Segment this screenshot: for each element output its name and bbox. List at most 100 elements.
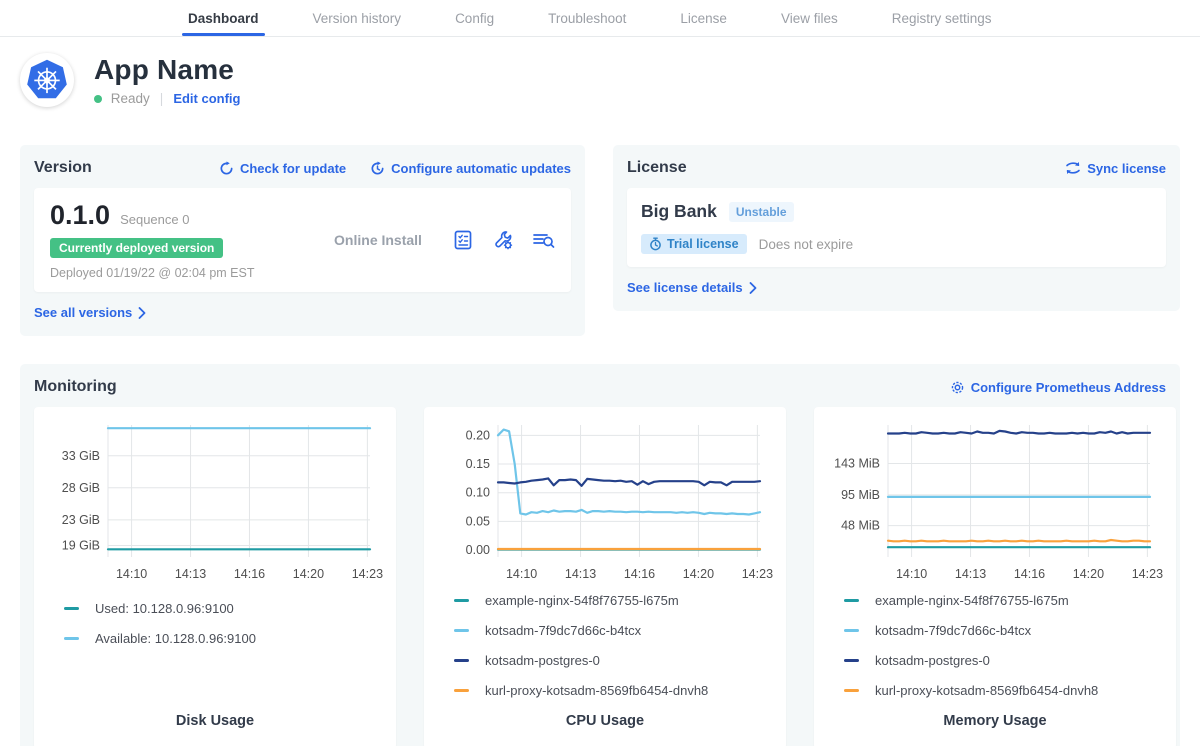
svg-text:0.00: 0.00 [466, 543, 490, 557]
license-title: License [627, 159, 687, 177]
legend-label: kotsadm-7f9dc7d66c-b4tcx [485, 623, 641, 638]
svg-text:0.05: 0.05 [466, 514, 490, 528]
chart-legend: Used: 10.128.0.96:9100 Available: 10.128.… [64, 601, 388, 661]
legend-label: example-nginx-54f8f76755-l675m [485, 593, 679, 608]
channel-badge: Unstable [729, 202, 794, 222]
legend-dash-icon [454, 629, 469, 632]
tab-config[interactable]: Config [455, 0, 494, 36]
svg-text:95 MiB: 95 MiB [841, 488, 880, 502]
tab-view-files[interactable]: View files [781, 0, 838, 36]
svg-text:14:10: 14:10 [116, 567, 147, 581]
legend-dash-icon [454, 689, 469, 692]
legend-label: Used: 10.128.0.96:9100 [95, 601, 234, 616]
chart-legend: example-nginx-54f8f76755-l675m kotsadm-7f… [454, 593, 778, 713]
version-number: 0.1.0 [50, 200, 110, 231]
svg-text:23 GiB: 23 GiB [62, 513, 100, 527]
legend-item: example-nginx-54f8f76755-l675m [454, 593, 778, 608]
edit-config-wrench-icon[interactable] [491, 228, 515, 252]
svg-text:14:13: 14:13 [565, 567, 596, 579]
svg-text:48 MiB: 48 MiB [841, 519, 880, 533]
chart-card-cpu-usage: 14:1014:1314:1614:2014:230.200.150.100.0… [424, 407, 786, 746]
legend-label: kotsadm-7f9dc7d66c-b4tcx [875, 623, 1031, 638]
current-version-card: 0.1.0 Sequence 0 Currently deployed vers… [34, 188, 571, 292]
svg-text:28 GiB: 28 GiB [62, 481, 100, 495]
monitoring-title: Monitoring [34, 378, 117, 396]
legend-label: kotsadm-postgres-0 [875, 653, 990, 668]
refresh-icon [219, 161, 234, 176]
check-for-update-button[interactable]: Check for update [219, 161, 346, 176]
top-tab-bar: Dashboard Version history Config Troublesho… [0, 0, 1200, 37]
svg-text:14:20: 14:20 [1073, 567, 1104, 579]
release-notes-icon[interactable] [451, 228, 475, 252]
svg-text:14:10: 14:10 [896, 567, 927, 579]
legend-dash-icon [454, 659, 469, 662]
legend-item: example-nginx-54f8f76755-l675m [844, 593, 1168, 608]
svg-text:0.15: 0.15 [466, 457, 490, 471]
status-dot-icon [94, 95, 102, 103]
install-type-label: Online Install [305, 232, 451, 248]
configure-automatic-updates-button[interactable]: Configure automatic updates [370, 161, 571, 176]
clock-arrow-icon [370, 161, 385, 176]
chevron-right-icon [749, 282, 757, 294]
legend-dash-icon [844, 689, 859, 692]
deployed-timestamp: Deployed 01/19/22 @ 02:04 pm EST [50, 266, 305, 280]
tab-version-history[interactable]: Version history [313, 0, 402, 36]
status-badge: Ready [94, 91, 150, 106]
legend-item: Used: 10.128.0.96:9100 [64, 601, 388, 616]
license-panel: License Sync license Big Bank Unstable [613, 145, 1180, 311]
svg-text:14:16: 14:16 [1014, 567, 1045, 579]
chart-card-memory-usage: 14:1014:1314:1614:2014:23143 MiB95 MiB48… [814, 407, 1176, 746]
legend-label: Available: 10.128.0.96:9100 [95, 631, 256, 646]
tab-registry-settings[interactable]: Registry settings [892, 0, 992, 36]
chart-card-disk-usage: 14:1014:1314:1614:2014:2333 GiB28 GiB23 … [34, 407, 396, 746]
chart-title: Disk Usage [42, 713, 388, 735]
tab-troubleshoot[interactable]: Troubleshoot [548, 0, 626, 36]
view-logs-icon[interactable] [531, 228, 555, 252]
license-detail-card: Big Bank Unstable Trial license Does not… [627, 188, 1166, 267]
svg-text:14:20: 14:20 [683, 567, 714, 579]
tab-dashboard[interactable]: Dashboard [188, 0, 259, 36]
sync-arrows-icon [1065, 161, 1081, 175]
divider: | [160, 91, 164, 106]
legend-item: kotsadm-7f9dc7d66c-b4tcx [844, 623, 1168, 638]
chart-title: Memory Usage [822, 713, 1168, 735]
chart-plot: 14:1014:1314:1614:2014:230.200.150.100.0… [432, 415, 778, 579]
svg-text:14:23: 14:23 [742, 567, 773, 579]
svg-text:14:13: 14:13 [175, 567, 206, 581]
page-title: App Name [94, 54, 240, 86]
monitoring-panel: Monitoring Configure Prometheus Address … [20, 364, 1180, 746]
legend-item: Available: 10.128.0.96:9100 [64, 631, 388, 646]
svg-text:14:20: 14:20 [293, 567, 324, 581]
legend-label: kurl-proxy-kotsadm-8569fb6454-dnvh8 [485, 683, 708, 698]
see-license-details-link[interactable]: See license details [627, 280, 757, 295]
legend-label: kurl-proxy-kotsadm-8569fb6454-dnvh8 [875, 683, 1098, 698]
edit-config-link[interactable]: Edit config [173, 91, 240, 106]
sequence-label: Sequence 0 [120, 212, 189, 227]
legend-item: kurl-proxy-kotsadm-8569fb6454-dnvh8 [844, 683, 1168, 698]
legend-label: kotsadm-postgres-0 [485, 653, 600, 668]
svg-text:14:16: 14:16 [624, 567, 655, 579]
legend-item: kotsadm-postgres-0 [454, 653, 778, 668]
chevron-right-icon [138, 307, 146, 319]
legend-item: kotsadm-postgres-0 [844, 653, 1168, 668]
tab-license[interactable]: License [680, 0, 727, 36]
kubernetes-logo-icon [20, 53, 74, 107]
svg-text:33 GiB: 33 GiB [62, 449, 100, 463]
sync-license-button[interactable]: Sync license [1065, 161, 1166, 176]
chart-plot: 14:1014:1314:1614:2014:23143 MiB95 MiB48… [822, 415, 1168, 579]
legend-dash-icon [64, 607, 79, 610]
version-title: Version [34, 159, 92, 177]
svg-text:143 MiB: 143 MiB [834, 457, 880, 471]
see-all-versions-link[interactable]: See all versions [34, 305, 146, 320]
chart-legend: example-nginx-54f8f76755-l675m kotsadm-7f… [844, 593, 1168, 713]
configure-prometheus-button[interactable]: Configure Prometheus Address [950, 380, 1166, 395]
legend-item: kurl-proxy-kotsadm-8569fb6454-dnvh8 [454, 683, 778, 698]
gear-icon [950, 380, 965, 395]
chart-plot: 14:1014:1314:1614:2014:2333 GiB28 GiB23 … [42, 415, 388, 587]
currently-deployed-badge: Currently deployed version [50, 238, 223, 258]
svg-text:0.10: 0.10 [466, 486, 490, 500]
svg-text:14:16: 14:16 [234, 567, 265, 581]
legend-dash-icon [844, 659, 859, 662]
trial-license-badge: Trial license [641, 234, 747, 254]
svg-text:14:13: 14:13 [955, 567, 986, 579]
